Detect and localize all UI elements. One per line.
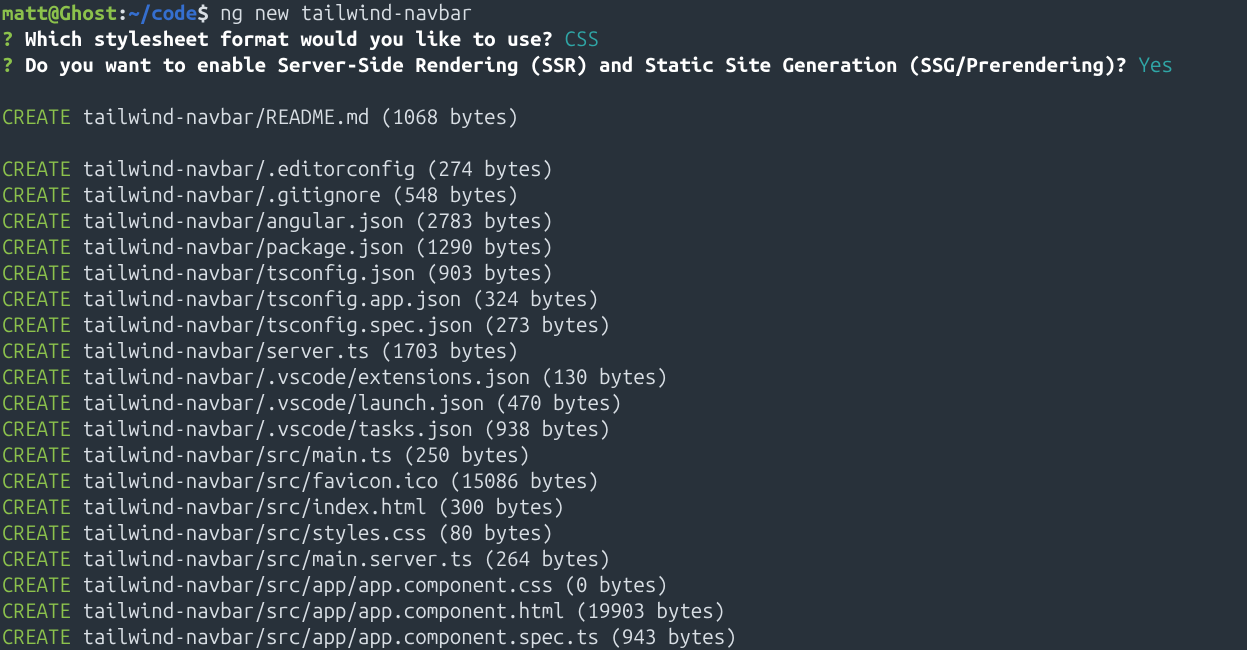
question-mark-icon: ? xyxy=(2,27,13,50)
create-label: CREATE xyxy=(2,443,71,466)
file-path: tailwind-navbar/src/app/app.component.sp… xyxy=(71,625,737,648)
create-label: CREATE xyxy=(2,209,71,232)
output-line: CREATE tailwind-navbar/src/favicon.ico (… xyxy=(2,468,1245,494)
question-mark-icon: ? xyxy=(2,53,13,76)
create-label: CREATE xyxy=(2,547,71,570)
question-text: Do you want to enable Server-Side Render… xyxy=(13,53,1138,76)
terminal[interactable]: matt@Ghost:~/code$ ng new tailwind-navba… xyxy=(0,0,1247,650)
prompt-sep2: $ xyxy=(197,1,220,24)
prompt-sep1: : xyxy=(117,1,128,24)
output-line: CREATE tailwind-navbar/.vscode/launch.js… xyxy=(2,390,1245,416)
output-line: CREATE tailwind-navbar/src/main.server.t… xyxy=(2,546,1245,572)
file-path: tailwind-navbar/server.ts (1703 bytes) xyxy=(71,339,519,362)
create-label: CREATE xyxy=(2,261,71,284)
cli-question-line: ? Do you want to enable Server-Side Rend… xyxy=(2,52,1245,78)
file-path: tailwind-navbar/tsconfig.app.json (324 b… xyxy=(71,287,599,310)
output-line: CREATE tailwind-navbar/.vscode/extension… xyxy=(2,364,1245,390)
file-path: tailwind-navbar/src/app/app.component.cs… xyxy=(71,573,668,596)
prompt-user-host: matt@Ghost xyxy=(2,1,117,24)
output-line: CREATE tailwind-navbar/tsconfig.spec.jso… xyxy=(2,312,1245,338)
file-path: tailwind-navbar/tsconfig.spec.json (273 … xyxy=(71,313,611,336)
file-path: tailwind-navbar/.vscode/launch.json (470… xyxy=(71,391,622,414)
prompt-cwd: ~/code xyxy=(128,1,197,24)
file-path: tailwind-navbar/src/index.html (300 byte… xyxy=(71,495,565,518)
file-path: tailwind-navbar/src/main.ts (250 bytes) xyxy=(71,443,530,466)
blank-line xyxy=(2,78,1245,104)
create-label: CREATE xyxy=(2,183,71,206)
output-line: CREATE tailwind-navbar/package.json (129… xyxy=(2,234,1245,260)
create-label: CREATE xyxy=(2,417,71,440)
cli-question-line: ? Which stylesheet format would you like… xyxy=(2,26,1245,52)
file-path: tailwind-navbar/package.json (1290 bytes… xyxy=(71,235,553,258)
output-line: CREATE tailwind-navbar/src/app/app.compo… xyxy=(2,624,1245,650)
file-path: tailwind-navbar/.vscode/extensions.json … xyxy=(71,365,668,388)
blank-line xyxy=(2,130,1245,156)
create-label: CREATE xyxy=(2,625,71,648)
file-path: tailwind-navbar/.vscode/tasks.json (938 … xyxy=(71,417,611,440)
file-path: tailwind-navbar/src/app/app.component.ht… xyxy=(71,599,725,622)
create-label: CREATE xyxy=(2,157,71,180)
question-answer: Yes xyxy=(1139,53,1173,76)
output-line: CREATE tailwind-navbar/src/index.html (3… xyxy=(2,494,1245,520)
create-label: CREATE xyxy=(2,365,71,388)
create-label: CREATE xyxy=(2,105,71,128)
create-label: CREATE xyxy=(2,287,71,310)
output-line: CREATE tailwind-navbar/.editorconfig (27… xyxy=(2,156,1245,182)
create-label: CREATE xyxy=(2,391,71,414)
output-line: CREATE tailwind-navbar/src/app/app.compo… xyxy=(2,572,1245,598)
output-line: CREATE tailwind-navbar/README.md (1068 b… xyxy=(2,104,1245,130)
create-label: CREATE xyxy=(2,495,71,518)
prompt-line: matt@Ghost:~/code$ ng new tailwind-navba… xyxy=(2,0,1245,26)
question-answer: CSS xyxy=(565,27,599,50)
output-line: CREATE tailwind-navbar/tsconfig.json (90… xyxy=(2,260,1245,286)
output-line: CREATE tailwind-navbar/.vscode/tasks.jso… xyxy=(2,416,1245,442)
file-path: tailwind-navbar/.editorconfig (274 bytes… xyxy=(71,157,553,180)
create-label: CREATE xyxy=(2,339,71,362)
create-label: CREATE xyxy=(2,469,71,492)
typed-command: ng new tailwind-navbar xyxy=(220,1,473,24)
output-line: CREATE tailwind-navbar/tsconfig.app.json… xyxy=(2,286,1245,312)
file-path: tailwind-navbar/src/main.server.ts (264 … xyxy=(71,547,611,570)
output-line: CREATE tailwind-navbar/angular.json (278… xyxy=(2,208,1245,234)
create-label: CREATE xyxy=(2,313,71,336)
output-line: CREATE tailwind-navbar/.gitignore (548 b… xyxy=(2,182,1245,208)
create-label: CREATE xyxy=(2,573,71,596)
output-line: CREATE tailwind-navbar/src/app/app.compo… xyxy=(2,598,1245,624)
file-path: tailwind-navbar/angular.json (2783 bytes… xyxy=(71,209,553,232)
output-line: CREATE tailwind-navbar/src/styles.css (8… xyxy=(2,520,1245,546)
file-path: tailwind-navbar/src/styles.css (80 bytes… xyxy=(71,521,553,544)
file-path: tailwind-navbar/src/favicon.ico (15086 b… xyxy=(71,469,599,492)
create-label: CREATE xyxy=(2,521,71,544)
create-label: CREATE xyxy=(2,235,71,258)
create-label: CREATE xyxy=(2,599,71,622)
file-path: tailwind-navbar/.gitignore (548 bytes) xyxy=(71,183,519,206)
output-line: CREATE tailwind-navbar/src/main.ts (250 … xyxy=(2,442,1245,468)
output-line: CREATE tailwind-navbar/server.ts (1703 b… xyxy=(2,338,1245,364)
file-path: tailwind-navbar/tsconfig.json (903 bytes… xyxy=(71,261,553,284)
file-path: tailwind-navbar/README.md (1068 bytes) xyxy=(71,105,519,128)
question-text: Which stylesheet format would you like t… xyxy=(13,27,564,50)
